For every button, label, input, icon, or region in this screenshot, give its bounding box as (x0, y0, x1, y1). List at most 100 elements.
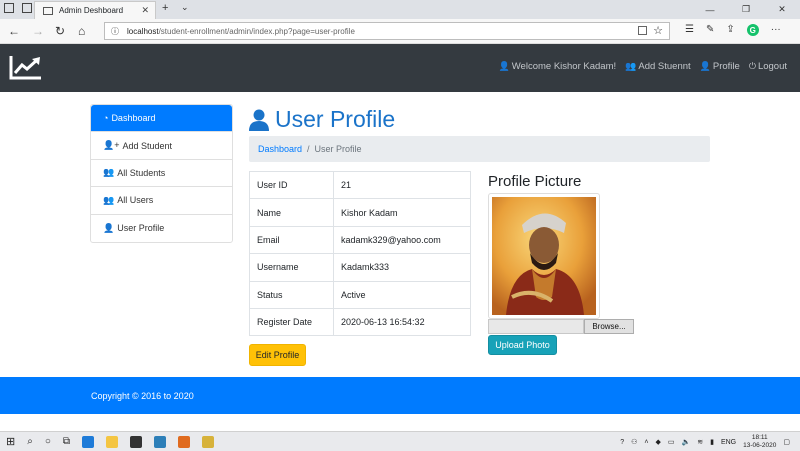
forward-icon[interactable]: → (32, 24, 44, 38)
user-icon: 👤 (699, 61, 711, 71)
profile-link[interactable]: 👤 Profile (700, 61, 740, 72)
copyright-text: Copyright © 2016 to 2020 (91, 390, 194, 401)
field-value: kadamk329@yahoo.com (333, 225, 471, 255)
battery-icon[interactable]: ▮ (710, 438, 714, 446)
field-label: User ID (249, 170, 334, 200)
table-row: Name Kishor Kadam (249, 198, 471, 227)
edge-icon[interactable] (82, 435, 95, 448)
file-input[interactable] (488, 319, 584, 334)
user-icon: 👤 (498, 61, 510, 71)
tab-preview-icon[interactable] (4, 3, 14, 13)
notifications-icon[interactable]: ▢ (783, 438, 790, 446)
terminal-icon[interactable] (130, 435, 143, 448)
field-value: 2020-06-13 16:54:32 (333, 307, 471, 337)
xampp-icon[interactable] (178, 435, 191, 448)
refresh-icon[interactable]: ↻ (55, 24, 65, 38)
user-icon: 👤 (103, 222, 115, 233)
maximize-icon[interactable]: ❐ (728, 0, 764, 19)
field-label: Username (249, 253, 334, 282)
tab-aside-icon[interactable] (22, 3, 32, 13)
help-icon[interactable]: ? (620, 439, 624, 446)
breadcrumb-dashboard-link[interactable]: Dashboard (258, 144, 302, 154)
sidebar: ◔ Dashboard 👤+ Add Student 👥 All Student… (90, 104, 233, 243)
window-controls: — ❐ ✕ (692, 0, 800, 19)
address-bar-row: ← → ↻ ⌂ ⓘ localhost/student-enrollment/a… (0, 19, 800, 44)
tab-title: Admin Deshboard (59, 6, 124, 15)
table-row: Register Date 2020-06-13 16:54:32 (249, 307, 471, 337)
breadcrumb-current: User Profile (314, 144, 362, 154)
power-icon: ⏻ (748, 61, 756, 71)
site-navbar: 👤 Welcome Kishor Kadam! 👥 Add Stuennt 👤 Pro… (0, 44, 800, 92)
sidebar-item-label: User Profile (117, 223, 165, 234)
dashboard-icon: ◔ (103, 113, 109, 124)
more-icon[interactable]: ··· (771, 24, 781, 36)
add-student-link[interactable]: 👥 Add Stuennt (625, 61, 691, 72)
chevron-down-icon[interactable]: ⌄ (181, 2, 189, 13)
sidebar-item-all-students[interactable]: 👥 All Students (91, 160, 232, 188)
logout-link[interactable]: ⏻ Logout (749, 61, 787, 72)
sidebar-item-all-users[interactable]: 👥 All Users (91, 187, 232, 215)
sidebar-item-label: Dashboard (111, 113, 156, 124)
sidebar-item-label: All Users (117, 195, 154, 206)
table-row: Status Active (249, 280, 471, 309)
home-icon[interactable]: ⌂ (78, 24, 85, 38)
user-icon (249, 109, 269, 131)
profile-table: User ID 21 Name Kishor Kadam Email kadamk32… (249, 170, 471, 337)
close-window-icon[interactable]: ✕ (764, 0, 800, 19)
grammarly-icon[interactable]: G (746, 24, 759, 36)
field-value: Active (333, 280, 471, 309)
sidebar-item-add-student[interactable]: 👤+ Add Student (91, 132, 232, 160)
clock-time: 18:11 (751, 434, 768, 441)
clock[interactable]: 18:11 13-06-2020 (743, 434, 776, 450)
sidebar-item-user-profile[interactable]: 👤 User Profile (91, 215, 232, 242)
url-host: localhost (127, 26, 159, 36)
share-icon[interactable]: ⇪ (726, 24, 734, 36)
field-value: 21 (333, 170, 471, 200)
dropbox-icon[interactable]: ◆ (655, 438, 660, 446)
reading-view-icon[interactable] (638, 26, 647, 35)
minimize-icon[interactable]: — (692, 0, 728, 19)
chart-logo-icon[interactable] (9, 54, 43, 80)
new-tab-icon[interactable]: + (162, 2, 168, 14)
url-input[interactable]: ⓘ localhost/student-enrollment/admin/ind… (104, 22, 670, 40)
people-icon[interactable]: ⚇ (631, 438, 637, 446)
table-row: User ID 21 (249, 170, 471, 200)
browser-tab[interactable]: Admin Deshboard ✕ (34, 1, 156, 19)
favorites-icon[interactable]: ☰ (685, 24, 694, 36)
pen-icon[interactable]: ✎ (706, 24, 714, 36)
file-upload-row: Browse... (488, 319, 634, 334)
page-title-text: User Profile (275, 106, 396, 132)
volume-icon[interactable]: 🔈 (682, 438, 691, 446)
upload-photo-button[interactable]: Upload Photo (488, 335, 557, 355)
favorite-star-icon[interactable]: ☆ (653, 24, 663, 37)
task-view-icon[interactable]: ⧉ (63, 436, 70, 447)
sidebar-item-dashboard[interactable]: ◔ Dashboard (91, 105, 232, 133)
keyboard-language[interactable]: ENG (721, 439, 736, 446)
close-tab-icon[interactable]: ✕ (141, 5, 149, 16)
chevron-up-icon[interactable]: ˄ (644, 439, 648, 446)
file-explorer-icon[interactable] (106, 435, 119, 448)
footer: Copyright © 2016 to 2020 (0, 377, 800, 414)
browse-button[interactable]: Browse... (584, 319, 634, 334)
network-icon[interactable]: ▭ (668, 438, 675, 446)
welcome-link[interactable]: 👤 Welcome Kishor Kadam! (499, 61, 617, 72)
edit-profile-button[interactable]: Edit Profile (249, 344, 306, 366)
field-value: Kadamk333 (333, 253, 471, 282)
editor-icon[interactable] (154, 435, 167, 448)
back-icon[interactable]: ← (8, 24, 20, 38)
profile-text: Profile (712, 61, 740, 72)
profile-picture-title: Profile Picture (488, 173, 582, 190)
browser-tab-bar: Admin Deshboard ✕ + ⌄ — ❐ ✕ (0, 0, 800, 19)
wifi-icon[interactable]: ≋ (697, 438, 703, 446)
user-plus-icon: 👥 (625, 61, 637, 71)
search-icon[interactable]: ⌕ (27, 436, 33, 447)
windows-start-icon[interactable]: ⊞ (6, 435, 15, 448)
system-tray: ? ⚇ ˄ ◆ ▭ 🔈 ≋ ▮ ENG 18:11 13-06-2020 ▢ (620, 434, 790, 450)
table-row: Username Kadamk333 (249, 253, 471, 282)
info-icon: ⓘ (111, 26, 119, 36)
url-path: /student-enrollment/admin/index.php?page… (158, 26, 355, 36)
cortana-icon[interactable]: ○ (45, 436, 51, 447)
welcome-text: Welcome Kishor Kadam! (511, 61, 617, 72)
page-icon (43, 6, 53, 15)
notes-icon[interactable] (202, 435, 215, 448)
